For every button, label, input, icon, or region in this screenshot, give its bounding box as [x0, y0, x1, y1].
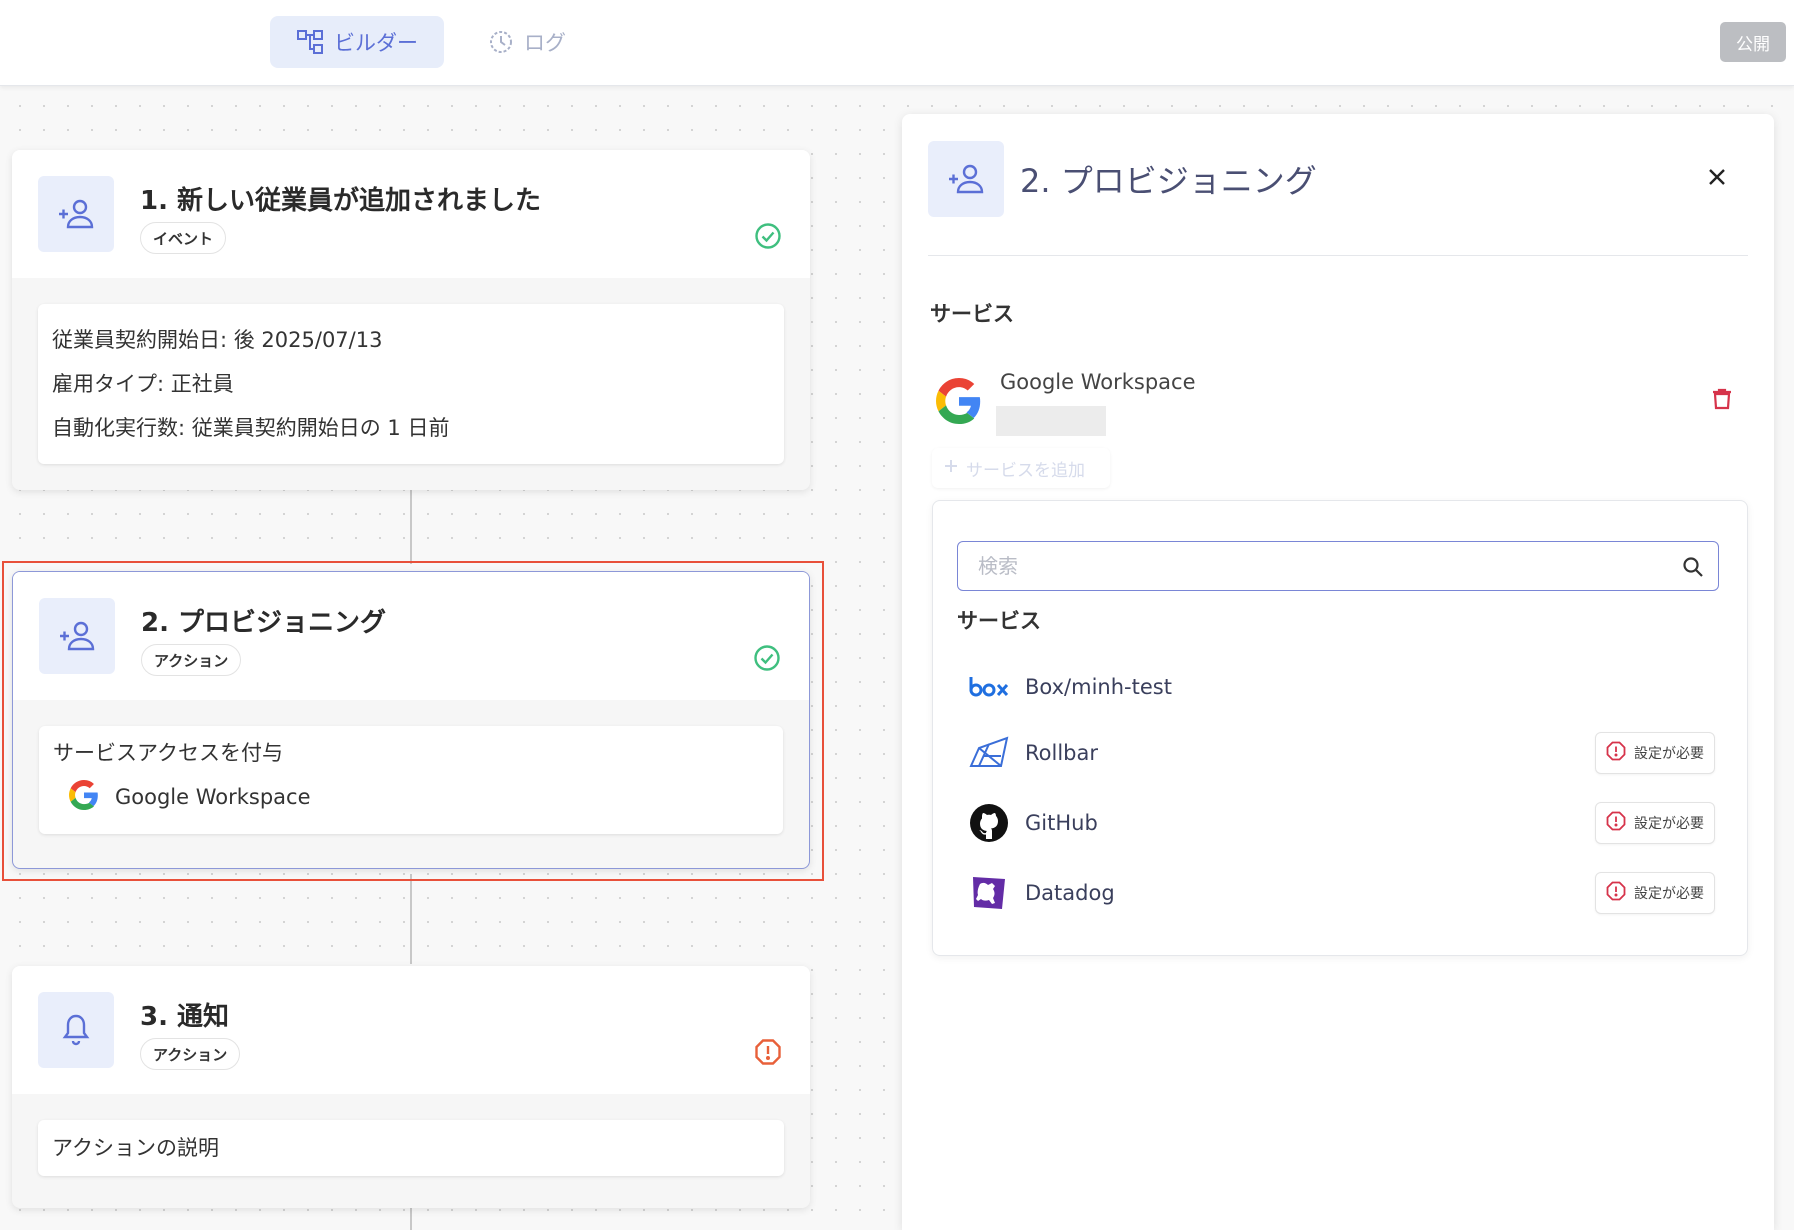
service-option-label: GitHub — [1025, 811, 1098, 835]
service-section-label: サービス — [930, 302, 1014, 326]
flow-connector — [410, 874, 412, 964]
service-option-label: Datadog — [1025, 881, 1115, 905]
person-add-icon — [928, 141, 1004, 217]
publish-button[interactable]: 公開 — [1720, 22, 1786, 62]
card-service: Google Workspace — [53, 768, 769, 820]
divider — [928, 255, 1748, 256]
config-required-label: 設定が必要 — [1634, 886, 1704, 902]
tab-log-label: ログ — [524, 31, 566, 55]
detail-line: 自動化実行数: 従業員契約開始日の 1 日前 — [52, 416, 450, 440]
service-option-datadog[interactable]: Datadog 設定が必要 — [969, 865, 1715, 921]
card-details: サービスアクセスを付与 Google Workspace — [39, 726, 783, 834]
service-option-label: Rollbar — [1025, 741, 1098, 765]
config-required-badge: 設定が必要 — [1595, 732, 1715, 774]
detail-line: サービスアクセスを付与 — [53, 741, 283, 765]
service-account-placeholder — [996, 406, 1106, 436]
detail-line: 雇用タイプ: 正社員 — [52, 372, 234, 396]
bell-icon — [38, 992, 114, 1068]
step-detail-panel: 2. プロビジョニング サービス Google Workspace サービスを追… — [902, 114, 1774, 1230]
card-details: 従業員契約開始日: 後 2025/07/13 雇用タイプ: 正社員 自動化実行数… — [38, 304, 784, 464]
card-tag: イベント — [140, 222, 227, 254]
card-details: アクションの説明 — [38, 1120, 784, 1176]
config-required-label: 設定が必要 — [1634, 746, 1704, 762]
trash-icon — [1712, 388, 1732, 414]
search-icon[interactable] — [1682, 556, 1704, 582]
detail-line: アクションの説明 — [52, 1136, 219, 1160]
config-required-badge: 設定が必要 — [1595, 872, 1715, 914]
google-logo-icon — [69, 780, 99, 814]
selected-service-name: Google Workspace — [1000, 370, 1196, 394]
tab-builder-label: ビルダー — [334, 31, 418, 55]
warning-octagon-icon — [754, 1038, 782, 1070]
search-input[interactable] — [978, 542, 1658, 590]
add-service-label: サービスを追加 — [966, 460, 1085, 481]
config-required-badge: 設定が必要 — [1595, 802, 1715, 844]
service-option-rollbar[interactable]: Rollbar 設定が必要 — [969, 725, 1715, 781]
card-title: 2. プロビジョニング — [141, 608, 387, 638]
panel-title: 2. プロビジョニング — [1020, 162, 1317, 200]
flow-connector — [410, 1206, 412, 1230]
config-required-label: 設定が必要 — [1634, 816, 1704, 832]
delete-service-button[interactable] — [1712, 388, 1732, 414]
github-logo-icon — [969, 803, 1009, 843]
service-dropdown: サービス Box/minh-test Rollbar — [932, 500, 1748, 956]
check-circle-icon — [754, 222, 782, 254]
card-service-name: Google Workspace — [115, 785, 311, 809]
close-button[interactable] — [1702, 164, 1732, 194]
flow-card-provisioning[interactable]: 2. プロビジョニング アクション サービスアクセスを付与 Google Wor… — [12, 571, 810, 869]
service-search[interactable] — [957, 541, 1719, 591]
person-add-icon — [39, 598, 115, 674]
google-logo-icon — [936, 378, 982, 428]
card-tag: アクション — [141, 644, 242, 676]
warning-octagon-icon — [1606, 811, 1626, 835]
flow-card-notification[interactable]: 3. 通知 アクション アクションの説明 — [12, 966, 810, 1208]
warning-octagon-icon — [1606, 881, 1626, 905]
flow-card-new-employee[interactable]: 1. 新しい従業員が追加されました イベント 従業員契約開始日: 後 2025/… — [12, 150, 810, 490]
service-option-label: Box/minh-test — [1025, 675, 1172, 699]
warning-octagon-icon — [1606, 741, 1626, 765]
datadog-logo-icon — [969, 873, 1009, 913]
flow-icon — [296, 29, 324, 55]
card-title: 1. 新しい従業員が追加されました — [140, 186, 542, 216]
tab-builder[interactable]: ビルダー — [270, 16, 444, 68]
plus-icon — [944, 458, 958, 478]
selected-service-row: Google Workspace — [934, 354, 1744, 454]
add-service-button[interactable]: サービスを追加 — [932, 448, 1110, 488]
dropdown-section-label: サービス — [957, 609, 1041, 633]
detail-line: 従業員契約開始日: 後 2025/07/13 — [52, 328, 383, 352]
service-option-github[interactable]: GitHub 設定が必要 — [969, 795, 1715, 851]
check-circle-icon — [753, 644, 781, 676]
card-tag: アクション — [140, 1038, 241, 1070]
tab-log[interactable]: ログ — [462, 16, 592, 68]
person-add-icon — [38, 176, 114, 252]
rollbar-logo-icon — [969, 733, 1009, 773]
top-bar: ビルダー ログ 公開 — [0, 0, 1794, 86]
service-option-box[interactable]: Box/minh-test — [969, 659, 1715, 715]
box-logo-icon — [969, 667, 1009, 707]
close-icon — [1708, 168, 1726, 190]
card-title: 3. 通知 — [140, 1002, 230, 1032]
history-icon — [488, 29, 514, 55]
